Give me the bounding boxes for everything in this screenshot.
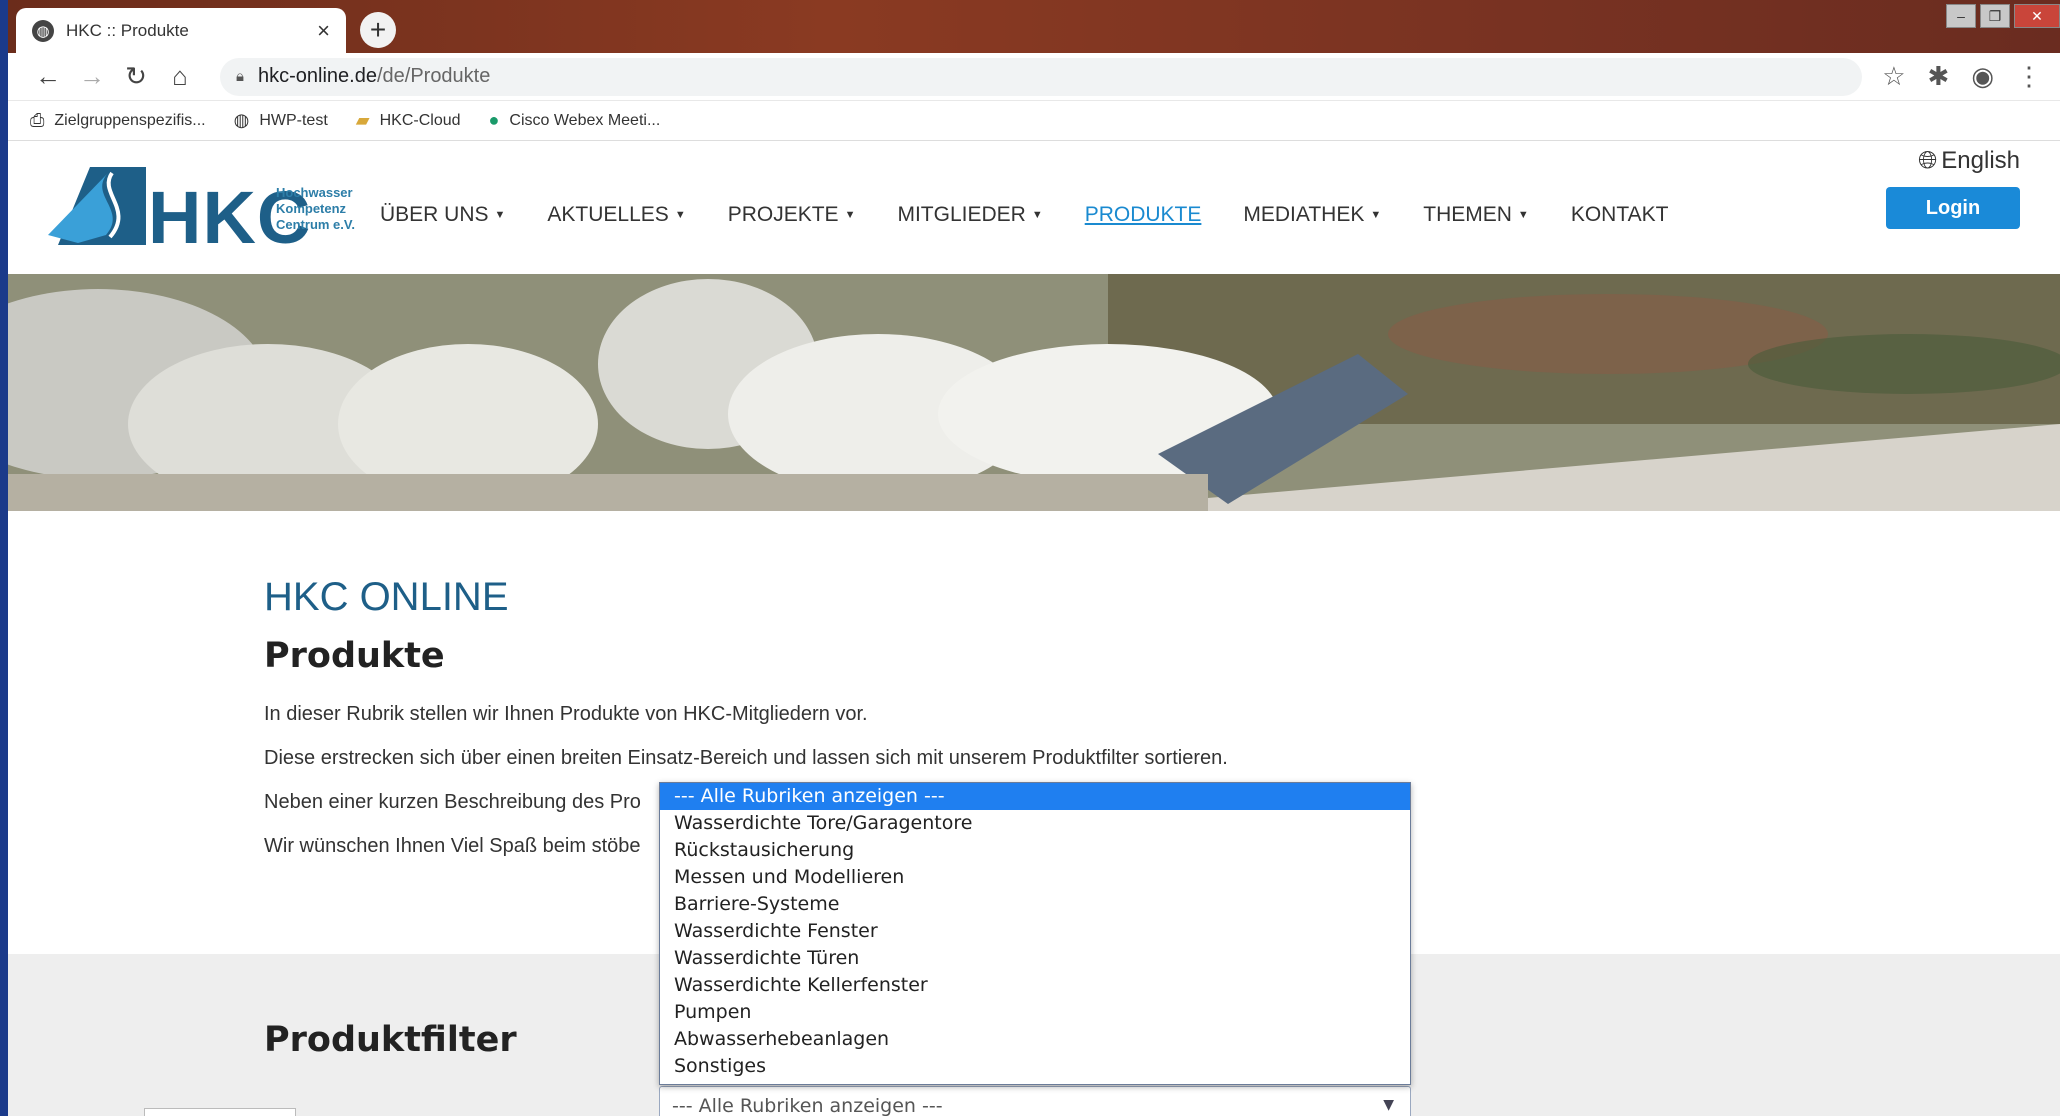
caret-down-icon: ▼: [1517, 209, 1529, 221]
bookmark-label: HKC-Cloud: [379, 111, 461, 129]
bookmark-star-icon[interactable]: ☆: [1882, 61, 1905, 92]
bookmark-item[interactable]: ▰ HKC-Cloud: [356, 110, 461, 131]
language-switch[interactable]: 🌐︎ English: [1918, 147, 2020, 175]
logo-subtitle: Hochwasser Kompetenz Centrum e.V.: [276, 185, 355, 233]
forward-icon[interactable]: →: [70, 61, 114, 92]
logo-sub-line: Centrum e.V.: [276, 217, 355, 232]
webex-icon: ●: [488, 110, 500, 130]
nav-aktuelles[interactable]: AKTUELLES ▼: [547, 203, 685, 227]
category-select[interactable]: --- Alle Rubriken anzeigen --- ▼: [659, 1086, 1411, 1116]
caret-down-icon: ▼: [844, 209, 856, 221]
nav-label: MITGLIEDER: [897, 203, 1026, 226]
filter-input[interactable]: [144, 1108, 296, 1116]
select-value: --- Alle Rubriken anzeigen ---: [672, 1095, 943, 1116]
address-toolbar: ← → ↻ ⌂ 🔒︎ hkc-online.de /de/Produkte ☆ …: [8, 53, 2060, 101]
dropdown-option[interactable]: --- Alle Rubriken anzeigen ---: [660, 783, 1410, 810]
menu-icon[interactable]: ⋮: [2016, 61, 2042, 92]
dropdown-option[interactable]: Wasserdichte Kellerfenster: [660, 972, 1410, 999]
bookmark-item[interactable]: ● Cisco Webex Meeti...: [489, 110, 661, 131]
logo-sub-line: Hochwasser: [276, 185, 353, 200]
chevron-down-icon: ▼: [1383, 1097, 1394, 1113]
new-tab-button[interactable]: +: [360, 12, 396, 48]
dropdown-option[interactable]: Messen und Modellieren: [660, 864, 1410, 891]
caret-down-icon: ▼: [674, 209, 686, 221]
hkc-logo[interactable]: HKC Hochwasser Kompetenz Centrum e.V.: [48, 165, 368, 259]
language-label: English: [1941, 147, 2020, 174]
nav-label: THEMEN: [1423, 203, 1512, 226]
bookmark-page-icon: ⎙: [30, 110, 45, 130]
hero-image: [8, 274, 2060, 511]
toolbar-right-icons: ☆ ✱ ◉ ⋮: [1882, 61, 2042, 92]
nav-projekte[interactable]: PROJEKTE ▼: [728, 203, 856, 227]
nav-label: PROJEKTE: [727, 203, 839, 226]
nav-produkte[interactable]: PRODUKTE: [1085, 203, 1202, 227]
caret-down-icon: ▼: [494, 209, 506, 221]
dropdown-option[interactable]: Wasserdichte Fenster: [660, 918, 1410, 945]
maximize-button[interactable]: ❐: [1980, 4, 2010, 28]
url-host: hkc-online.de: [257, 65, 377, 87]
extensions-icon[interactable]: ✱: [1928, 61, 1950, 92]
reload-icon[interactable]: ↻: [114, 61, 158, 92]
bookmark-label: Zielgruppenspezifis...: [54, 111, 206, 129]
dropdown-option[interactable]: Abwasserhebeanlagen: [660, 1026, 1410, 1053]
sandbag-hero-image: [8, 274, 2060, 511]
nav-mediathek[interactable]: MEDIATHEK ▼: [1243, 203, 1381, 227]
window-controls: – ❐ ✕: [1946, 4, 2060, 28]
dropdown-option[interactable]: Sonstiges: [660, 1053, 1410, 1080]
tab-title: HKC :: Produkte: [66, 20, 189, 40]
dropdown-option[interactable]: Rückstausicherung: [660, 837, 1410, 864]
site-header: HKC Hochwasser Kompetenz Centrum e.V. ÜB…: [8, 141, 2060, 274]
page-title: Produkte: [264, 636, 445, 676]
dropdown-option[interactable]: Wasserdichte Tore/Garagentore: [660, 810, 1410, 837]
globe-icon: ◍: [32, 19, 54, 42]
page-kicker: HKC ONLINE: [264, 575, 509, 619]
nav-label: MEDIATHEK: [1243, 203, 1365, 226]
filter-heading: Produktfilter: [264, 1020, 517, 1060]
intro-paragraph: In dieser Rubrik stellen wir Ihnen Produ…: [264, 703, 868, 725]
main-nav: ÜBER UNS ▼ AKTUELLES ▼ PROJEKTE ▼ MITGLIEDE…: [380, 203, 1668, 227]
logo-sub-line: Kompetenz: [276, 201, 347, 216]
caret-down-icon: ▼: [1031, 209, 1043, 221]
nav-label: PRODUKTE: [1084, 203, 1202, 226]
intro-paragraph: Diese erstrecken sich über einen breiten…: [264, 747, 1228, 769]
close-window-button[interactable]: ✕: [2014, 4, 2060, 28]
url-path: /de/Produkte: [376, 65, 491, 87]
nav-label: AKTUELLES: [547, 203, 669, 226]
screen: ◍ HKC :: Produkte × + – ❐ ✕ ← → ↻ ⌂ 🔒︎ h…: [8, 0, 2060, 1116]
bookmark-item[interactable]: ⎙ Zielgruppenspezifis...: [30, 110, 206, 131]
nav-kontakt[interactable]: KONTAKT: [1571, 203, 1669, 227]
url-input[interactable]: 🔒︎ hkc-online.de /de/Produkte: [220, 57, 1863, 96]
bookmark-label: HWP-test: [259, 111, 328, 129]
globe-icon: 🌐︎: [1918, 147, 1938, 174]
dropdown-option[interactable]: Barriere-Systeme: [660, 891, 1410, 918]
home-icon[interactable]: ⌂: [158, 61, 202, 92]
browser-titlebar: ◍ HKC :: Produkte × + – ❐ ✕: [8, 0, 2060, 53]
bookmarks-bar: ⎙ Zielgruppenspezifis... ◍ HWP-test ▰ HK…: [8, 101, 2060, 141]
bookmark-label: Cisco Webex Meeti...: [509, 111, 661, 129]
profile-icon[interactable]: ◉: [1971, 61, 1994, 92]
caret-down-icon: ▼: [1370, 209, 1382, 221]
nav-label: ÜBER UNS: [380, 203, 489, 226]
browser-tab[interactable]: ◍ HKC :: Produkte ×: [16, 8, 346, 53]
close-tab-icon[interactable]: ×: [317, 18, 330, 44]
back-icon[interactable]: ←: [26, 61, 70, 92]
folder-icon: ▰: [355, 110, 370, 130]
globe-icon: ◍: [233, 110, 250, 130]
nav-ueber-uns[interactable]: ÜBER UNS ▼: [380, 203, 505, 227]
lock-icon: 🔒︎: [236, 68, 244, 85]
dropdown-option[interactable]: Wasserdichte Türen: [660, 945, 1410, 972]
dropdown-option[interactable]: Pumpen: [660, 999, 1410, 1026]
nav-mitglieder[interactable]: MITGLIEDER ▼: [897, 203, 1042, 227]
login-button[interactable]: Login: [1886, 187, 2020, 229]
wave-logo-icon: [48, 167, 146, 245]
category-dropdown-list: --- Alle Rubriken anzeigen --- Wasserdic…: [659, 782, 1411, 1085]
nav-label: KONTAKT: [1570, 203, 1669, 226]
bookmark-item[interactable]: ◍ HWP-test: [234, 110, 328, 131]
minimize-button[interactable]: –: [1946, 4, 1976, 28]
nav-themen[interactable]: THEMEN ▼: [1423, 203, 1529, 227]
